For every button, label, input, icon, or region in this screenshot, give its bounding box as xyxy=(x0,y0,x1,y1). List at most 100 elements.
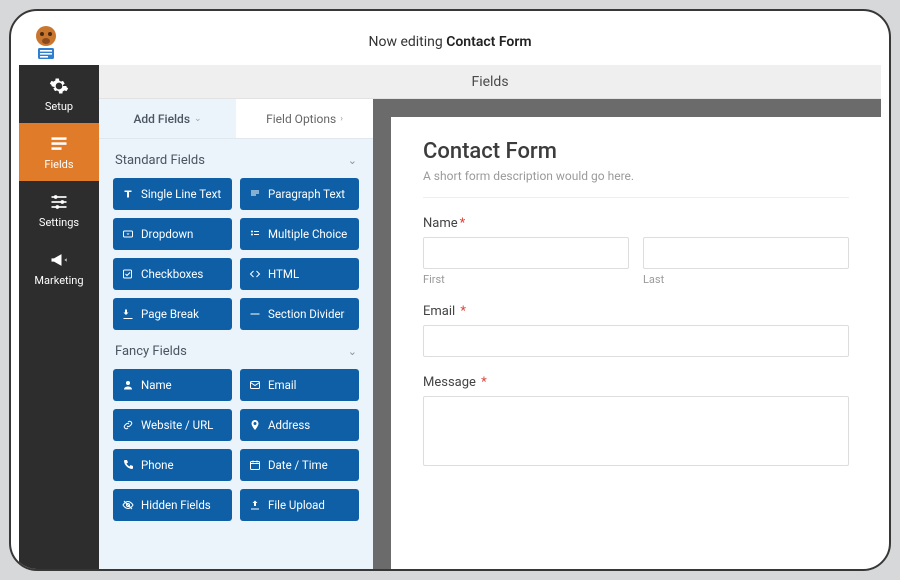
nav-label: Settings xyxy=(39,216,79,229)
title-form-name: Contact Form xyxy=(446,34,531,50)
field-section-divider[interactable]: Section Divider xyxy=(240,298,359,330)
palette-tabs: Add Fields ⌄ Field Options › xyxy=(99,99,373,139)
nav-fields[interactable]: Fields xyxy=(19,123,99,181)
field-label: Page Break xyxy=(141,307,199,321)
paragraph-icon xyxy=(249,188,261,200)
field-label: Date / Time xyxy=(268,458,328,472)
required-mark: * xyxy=(481,375,487,390)
email-input[interactable] xyxy=(423,325,849,357)
field-page-break[interactable]: Page Break xyxy=(113,298,232,330)
field-multiple-choice[interactable]: Multiple Choice xyxy=(240,218,359,250)
field-label: Single Line Text xyxy=(141,187,221,201)
upload-icon xyxy=(249,499,261,511)
logo xyxy=(19,19,73,65)
sidebar-nav: Setup Fields Settings Marketing xyxy=(19,65,99,569)
field-address[interactable]: Address xyxy=(240,409,359,441)
pin-icon xyxy=(249,419,261,431)
user-icon xyxy=(122,379,134,391)
form-description: A short form description would go here. xyxy=(423,169,849,183)
tab-field-options[interactable]: Field Options › xyxy=(236,99,373,138)
section-header: Fields xyxy=(99,65,881,99)
phone-icon xyxy=(122,459,134,471)
field-name[interactable]: Name xyxy=(113,369,232,401)
field-website[interactable]: Website / URL xyxy=(113,409,232,441)
wpforms-mascot-icon xyxy=(26,22,66,62)
sublabel-first: First xyxy=(423,273,629,286)
nav-setup[interactable]: Setup xyxy=(19,65,99,123)
text-icon xyxy=(122,188,134,200)
field-email-block[interactable]: Email * xyxy=(423,304,849,357)
gear-icon xyxy=(49,76,69,96)
field-label: Website / URL xyxy=(141,418,213,432)
nav-label: Marketing xyxy=(34,274,83,287)
calendar-icon xyxy=(249,459,261,471)
field-label: Checkboxes xyxy=(141,267,203,281)
field-label: Dropdown xyxy=(141,227,193,241)
form-icon xyxy=(49,134,69,154)
field-label: Multiple Choice xyxy=(268,227,347,241)
field-file-upload[interactable]: File Upload xyxy=(240,489,359,521)
check-icon xyxy=(122,268,134,280)
field-label: Email * xyxy=(423,304,849,319)
eye-off-icon xyxy=(122,499,134,511)
field-checkboxes[interactable]: Checkboxes xyxy=(113,258,232,290)
required-mark: * xyxy=(460,216,466,231)
chevron-down-icon: ⌄ xyxy=(348,345,357,358)
page-title: Now editing Contact Form xyxy=(19,34,881,50)
field-label: Message * xyxy=(423,375,849,390)
field-html[interactable]: HTML xyxy=(240,258,359,290)
top-bar: Now editing Contact Form xyxy=(19,19,881,65)
field-label: Name* xyxy=(423,216,849,231)
nav-marketing[interactable]: Marketing xyxy=(19,239,99,297)
last-name-input[interactable] xyxy=(643,237,849,269)
chevron-down-icon: ⌄ xyxy=(194,114,202,124)
title-prefix: Now editing xyxy=(368,34,446,50)
preview-canvas: Contact Form A short form description wo… xyxy=(373,99,881,569)
field-name-block[interactable]: Name* First Last xyxy=(423,216,849,286)
field-hidden[interactable]: Hidden Fields xyxy=(113,489,232,521)
divider xyxy=(423,197,849,198)
tab-label: Field Options xyxy=(266,112,336,126)
megaphone-icon xyxy=(49,250,69,270)
field-single-line-text[interactable]: Single Line Text xyxy=(113,178,232,210)
nav-label: Fields xyxy=(44,158,73,171)
group-fancy-fields[interactable]: Fancy Fields ⌄ xyxy=(113,330,359,369)
pagebreak-icon xyxy=(122,308,134,320)
field-label: Name xyxy=(141,378,172,392)
field-date-time[interactable]: Date / Time xyxy=(240,449,359,481)
field-palette: Add Fields ⌄ Field Options › Standard Fi… xyxy=(99,99,373,569)
link-icon xyxy=(122,419,134,431)
message-input[interactable] xyxy=(423,396,849,466)
first-name-input[interactable] xyxy=(423,237,629,269)
group-standard-fields[interactable]: Standard Fields ⌄ xyxy=(113,139,359,178)
field-label: Email xyxy=(268,378,296,392)
sliders-icon xyxy=(49,192,69,212)
sublabel-last: Last xyxy=(643,273,849,286)
form-title: Contact Form xyxy=(423,139,849,164)
field-dropdown[interactable]: Dropdown xyxy=(113,218,232,250)
field-phone[interactable]: Phone xyxy=(113,449,232,481)
form-preview: Contact Form A short form description wo… xyxy=(391,117,881,569)
divider-icon xyxy=(249,308,261,320)
chevron-down-icon: ⌄ xyxy=(348,154,357,167)
field-message-block[interactable]: Message * xyxy=(423,375,849,470)
required-mark: * xyxy=(460,304,466,319)
field-label: Section Divider xyxy=(268,307,344,321)
field-label: Address xyxy=(268,418,310,432)
dropdown-icon xyxy=(122,228,134,240)
field-label: File Upload xyxy=(268,498,325,512)
code-icon xyxy=(249,268,261,280)
field-label: Hidden Fields xyxy=(141,498,211,512)
group-title: Fancy Fields xyxy=(115,344,187,359)
field-label: HTML xyxy=(268,267,299,281)
field-paragraph-text[interactable]: Paragraph Text xyxy=(240,178,359,210)
mail-icon xyxy=(249,379,261,391)
chevron-right-icon: › xyxy=(340,114,343,124)
tab-add-fields[interactable]: Add Fields ⌄ xyxy=(99,99,236,138)
nav-settings[interactable]: Settings xyxy=(19,181,99,239)
field-label: Phone xyxy=(141,458,174,472)
list-icon xyxy=(249,228,261,240)
nav-label: Setup xyxy=(45,100,73,113)
field-label: Paragraph Text xyxy=(268,187,345,201)
field-email[interactable]: Email xyxy=(240,369,359,401)
